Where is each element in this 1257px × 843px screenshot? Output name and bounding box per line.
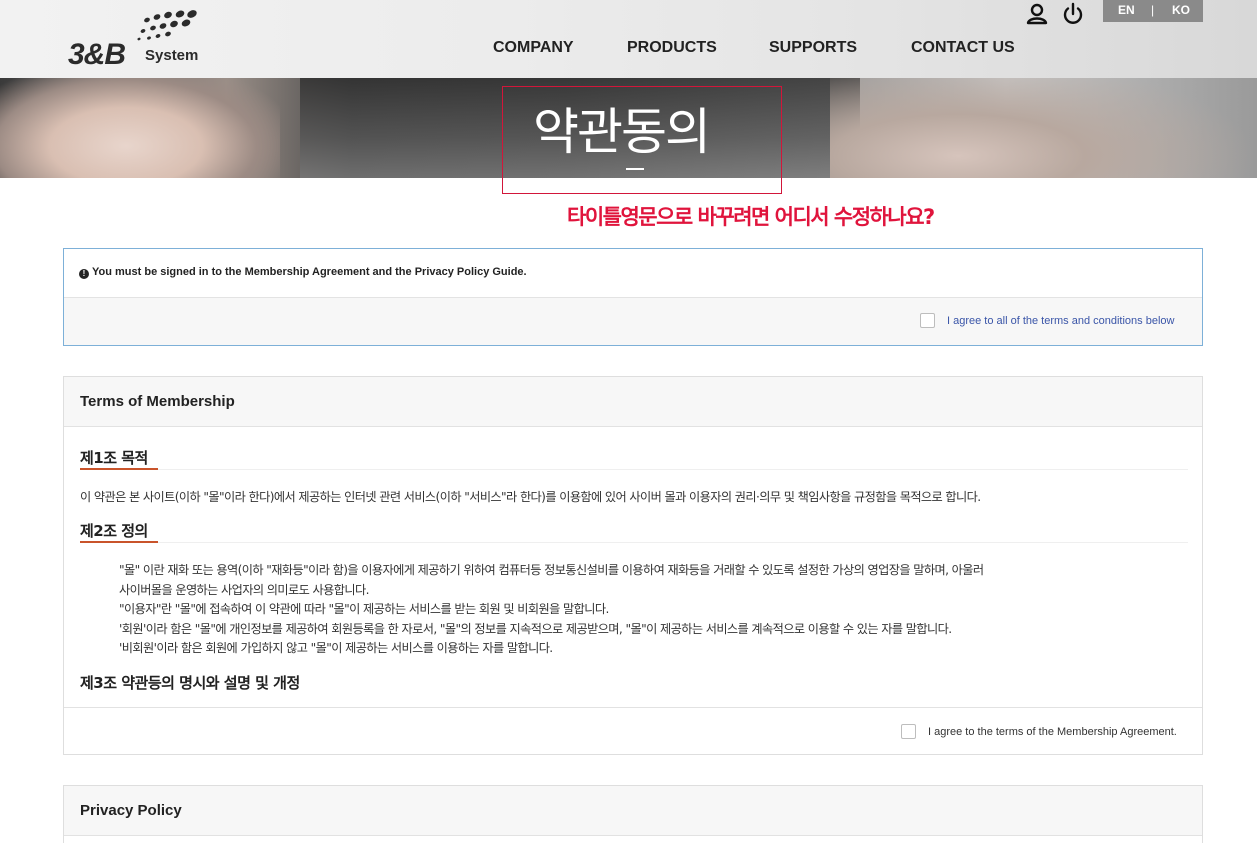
article3-heading: 제3조 약관등의 명시와 설명 및 개정 xyxy=(80,674,300,692)
terms-agree-row: I agree to the terms of the Membership A… xyxy=(64,707,1202,755)
logo[interactable]: 3&B System xyxy=(68,8,203,71)
lang-separator: | xyxy=(1151,3,1155,17)
site-header: 3&B System COMPANY PRODUCTS SUPPORTS CON… xyxy=(0,0,1257,78)
article1-accent xyxy=(80,468,158,470)
power-icon[interactable] xyxy=(1061,2,1085,26)
annotation-text: 타이틀영문으로 바꾸려면 어디서 수정하나요? xyxy=(567,205,935,229)
article2-line: "이용자"란 "몰"에 접속하여 이 약관에 따라 "몰"이 제공하는 서비스를… xyxy=(119,602,609,616)
nav-supports[interactable]: SUPPORTS xyxy=(769,39,857,57)
agreement-notice: ! You must be signed in to the Membership… xyxy=(63,248,1203,346)
nav-products[interactable]: PRODUCTS xyxy=(627,39,717,57)
info-icon: ! xyxy=(79,269,89,279)
article2-line: 사이버몰을 운영하는 사업자의 의미로도 사용합니다. xyxy=(119,583,369,597)
article1-rule xyxy=(80,469,1188,470)
agree-membership-label[interactable]: I agree to the terms of the Membership A… xyxy=(928,726,1177,738)
article2-line: '회원'이라 함은 "몰"에 개인정보를 제공하여 회원등록을 한 자로서, "… xyxy=(119,622,952,636)
logo-dots-graphic xyxy=(137,10,197,41)
lang-ko[interactable]: KO xyxy=(1172,3,1190,17)
article1-heading: 제1조 목적 xyxy=(80,449,148,467)
language-switcher: EN | KO xyxy=(1103,0,1203,22)
article1-text: 이 약관은 본 사이트(이하 "몰"이라 한다)에서 제공하는 인터넷 관련 서… xyxy=(80,490,981,504)
terms-title: Terms of Membership xyxy=(80,393,235,410)
logo-mark: 3&B xyxy=(68,38,126,71)
nav-contact-us[interactable]: CONTACT US xyxy=(911,39,1015,57)
terms-panel-header: Terms of Membership xyxy=(64,377,1202,427)
title-highlight-box xyxy=(502,86,782,194)
privacy-title: Privacy Policy xyxy=(80,802,182,819)
lang-en[interactable]: EN xyxy=(1118,3,1135,17)
terms-panel: Terms of Membership 제1조 목적 이 약관은 본 사이트(이… xyxy=(63,376,1203,755)
article2-rule xyxy=(80,542,1188,543)
notice-message-row: ! You must be signed in to the Membership… xyxy=(79,266,527,279)
notice-message: You must be signed in to the Membership … xyxy=(92,266,527,278)
notice-header: ! You must be signed in to the Membership… xyxy=(64,249,1202,298)
user-icon[interactable] xyxy=(1026,3,1048,25)
privacy-panel: Privacy Policy xyxy=(63,785,1203,843)
agree-membership-checkbox[interactable] xyxy=(901,724,916,739)
article2-accent xyxy=(80,541,158,543)
article2-line: '비회원'이라 함은 회원에 가입하지 않고 "몰"이 제공하는 서비스를 이용… xyxy=(119,641,553,655)
article2-heading: 제2조 정의 xyxy=(80,522,148,540)
banner-hand-image-right xyxy=(830,78,1257,178)
agree-all-label[interactable]: I agree to all of the terms and conditio… xyxy=(947,315,1174,327)
article2-line: "몰" 이란 재화 또는 용역(이하 "재화등"이라 함)을 이용자에게 제공하… xyxy=(119,563,984,577)
agree-all-checkbox[interactable] xyxy=(920,313,935,328)
agree-all-row: I agree to all of the terms and conditio… xyxy=(64,298,1202,345)
logo-subtitle: System xyxy=(145,47,199,64)
nav-company[interactable]: COMPANY xyxy=(493,39,574,57)
banner-hand-image xyxy=(0,78,280,178)
privacy-panel-header: Privacy Policy xyxy=(64,786,1202,836)
